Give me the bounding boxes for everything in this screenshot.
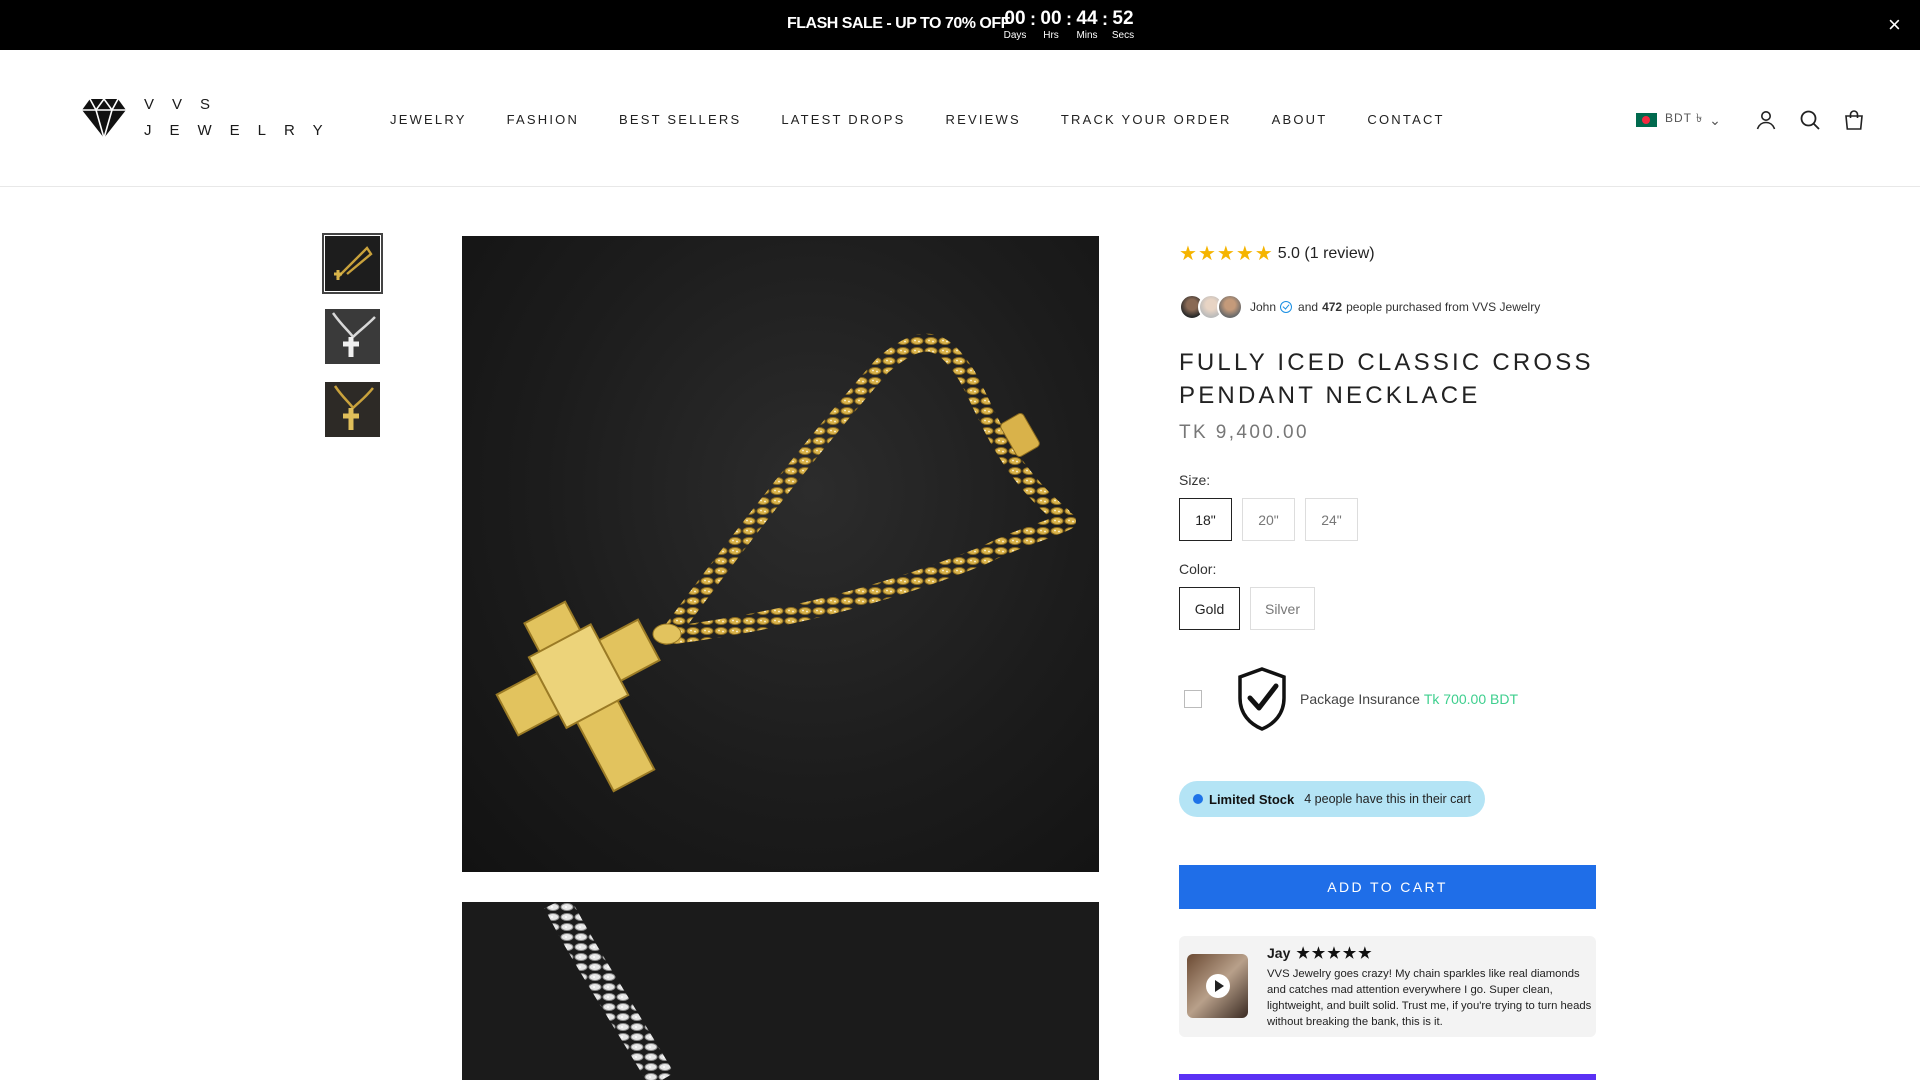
review-video-thumbnail[interactable] [1187, 954, 1248, 1018]
purchased-text: John and 472 people purchased from VVS J… [1250, 300, 1541, 314]
shield-check-icon [1238, 667, 1286, 731]
nav-about[interactable]: ABOUT [1272, 112, 1328, 127]
main-product-image[interactable] [462, 236, 1099, 872]
review-author: Jay [1267, 945, 1291, 961]
flash-sale-text: FLASH SALE - UP TO 70% OFF [787, 15, 1010, 32]
nav-best-sellers[interactable]: BEST SELLERS [619, 112, 741, 127]
thumbnail-gold[interactable] [322, 233, 383, 294]
product-thumbnails [322, 233, 383, 455]
verified-check-icon [1280, 301, 1293, 313]
product-title: FULLY ICED CLASSIC CROSS PENDANT NECKLAC… [1179, 349, 1594, 409]
insurance-price: Tk 700.00 BDT [1423, 691, 1519, 707]
review-header: Jay ★★★★★ [1267, 944, 1374, 962]
currency-selector[interactable]: BDT ৳ ⌄ [1636, 110, 1722, 130]
size-option-24[interactable]: 24" [1305, 498, 1358, 541]
nav-jewelry[interactable]: JEWELRY [390, 112, 467, 127]
avatar [1217, 294, 1243, 320]
buyer-avatars [1179, 294, 1243, 320]
product-rating[interactable]: ★ ★ ★ ★ ★ 5.0 (1 review) [1179, 236, 1596, 272]
nav-fashion[interactable]: FASHION [507, 112, 579, 127]
bangladesh-flag-icon [1636, 113, 1657, 127]
site-header: VVS JEWELRY JEWELRY FASHION BEST SELLERS… [0, 50, 1920, 187]
add-to-cart-button[interactable]: ADD TO CART [1179, 865, 1596, 909]
review-card: Jay ★★★★★ VVS Jewelry goes crazy! My cha… [1179, 936, 1596, 1037]
nav-reviews[interactable]: REVIEWS [945, 112, 1020, 127]
gold-chain-thumb-icon [325, 236, 380, 291]
gold-cross-thumb-icon [325, 382, 380, 437]
rating-text: 5.0 (1 review) [1277, 245, 1375, 262]
size-options: 18" 20" 24" [1179, 498, 1596, 541]
review-stars: ★★★★★ [1296, 945, 1374, 962]
announcement-bar: FLASH SALE - UP TO 70% OFF 00 Days : 00 … [0, 0, 1920, 50]
star-icon: ★ [1179, 243, 1197, 265]
diamond-icon [82, 97, 126, 140]
package-insurance: Package Insurance Tk 700.00 BDT [1179, 664, 1596, 734]
nav-track-order[interactable]: TRACK YOUR ORDER [1061, 112, 1232, 127]
silver-chain-image [544, 902, 675, 1080]
rating-stars: ★ ★ ★ ★ ★ [1179, 244, 1274, 264]
secondary-product-image[interactable] [462, 902, 1099, 1080]
countdown-days: 00 Days [1003, 8, 1027, 41]
countdown-seconds: 52 Secs [1111, 8, 1135, 41]
nav-contact[interactable]: CONTACT [1367, 112, 1444, 127]
review-text: VVS Jewelry goes crazy! My chain sparkle… [1267, 968, 1592, 1028]
account-icon[interactable] [1754, 108, 1778, 132]
status-dot-icon [1193, 794, 1203, 804]
countdown-hours: 00 Hrs [1040, 8, 1062, 41]
thumbnail-gold-cross[interactable] [325, 382, 380, 437]
insurance-label: Package Insurance Tk 700.00 BDT [1300, 691, 1519, 707]
size-option-18[interactable]: 18" [1179, 498, 1232, 541]
thumbnail-silver[interactable] [325, 309, 380, 364]
logo-text: VVS JEWELRY [144, 96, 341, 139]
limited-stock-badge: Limited Stock 4 people have this in thei… [1179, 781, 1486, 817]
nav-latest-drops[interactable]: LATEST DROPS [781, 112, 905, 127]
main-nav: JEWELRY FASHION BEST SELLERS LATEST DROP… [390, 112, 1485, 127]
social-proof: John and 472 people purchased from VVS J… [1179, 292, 1596, 322]
size-option-20[interactable]: 20" [1242, 498, 1295, 541]
product-info: ★ ★ ★ ★ ★ 5.0 (1 review) John and 472 pe… [1179, 236, 1596, 1037]
play-icon[interactable] [1206, 974, 1230, 998]
color-label: Color: [1179, 561, 1217, 577]
gold-cross-necklace-image [495, 333, 1076, 793]
chevron-down-icon: ⌄ [1709, 112, 1722, 128]
countdown-timer: 00 Days : 00 Hrs : 44 Mins : 52 Secs [1000, 8, 1138, 42]
countdown-minutes: 44 Mins [1076, 8, 1098, 41]
star-icon: ★ [1235, 243, 1254, 265]
cart-bag-icon[interactable] [1842, 108, 1866, 132]
color-option-gold[interactable]: Gold [1179, 587, 1240, 630]
star-icon: ★ [1254, 243, 1273, 265]
insurance-checkbox[interactable] [1184, 690, 1202, 708]
product-price: TK 9,400.00 [1179, 422, 1309, 443]
star-icon: ★ [1216, 243, 1235, 265]
header-actions: BDT ৳ ⌄ [1636, 108, 1866, 132]
currency-label: BDT ৳ [1665, 111, 1704, 125]
color-options: Gold Silver [1179, 587, 1596, 630]
close-icon[interactable]: × [1888, 14, 1901, 36]
star-icon: ★ [1197, 243, 1216, 265]
silver-cross-thumb-icon [325, 309, 380, 364]
logo[interactable]: VVS JEWELRY [80, 92, 341, 144]
color-option-silver[interactable]: Silver [1250, 587, 1315, 630]
size-label: Size: [1179, 472, 1211, 488]
shop-pay-button[interactable] [1179, 1074, 1596, 1080]
search-icon[interactable] [1798, 108, 1822, 132]
